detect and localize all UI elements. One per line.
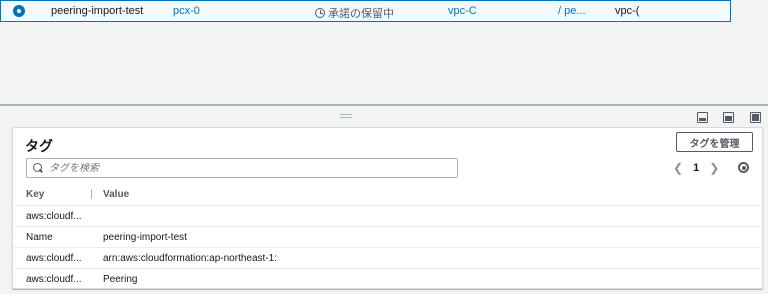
search-input[interactable] — [49, 162, 449, 174]
table-header: Key Value — [13, 184, 762, 206]
accepter-link[interactable]: / pe... — [558, 5, 586, 17]
table-row: aws:cloudf... Peering — [13, 269, 762, 290]
tag-search[interactable] — [26, 158, 458, 178]
peering-table-area: peering-import-test pcx-0 承諾の保留中 vpc-C /… — [0, 0, 768, 104]
split-full-icon[interactable] — [750, 112, 761, 123]
tag-value: peering-import-test — [103, 232, 187, 243]
pagination: ❮ 1 ❯ — [673, 161, 719, 175]
table-row-selected[interactable]: peering-import-test pcx-0 承諾の保留中 vpc-C /… — [0, 0, 731, 22]
chevron-right-icon[interactable]: ❯ — [709, 161, 719, 175]
tags-panel: タグ タグを管理 ❮ 1 ❯ Key Value aws:cloudf... N… — [12, 127, 763, 289]
panel-title: タグ — [25, 138, 53, 154]
tag-key: aws:cloudf... — [26, 274, 82, 285]
split-bottom-icon[interactable] — [697, 112, 708, 123]
chevron-left-icon[interactable]: ❮ — [673, 161, 683, 175]
split-toolbar — [0, 106, 768, 128]
drag-handle-icon[interactable] — [340, 114, 352, 118]
tag-value: Peering — [103, 274, 138, 285]
table-row: Name peering-import-test — [13, 227, 762, 248]
radio-selected-icon[interactable] — [13, 5, 25, 17]
peering-name: peering-import-test — [51, 5, 144, 17]
column-header-key[interactable]: Key — [26, 189, 44, 200]
requester-vpc-link[interactable]: vpc-C — [448, 5, 477, 17]
split-side-icon[interactable] — [723, 112, 734, 123]
tag-key: Name — [26, 232, 53, 243]
status-text: 承諾の保留中 — [328, 8, 394, 20]
tag-key: aws:cloudf... — [26, 211, 82, 222]
page-number[interactable]: 1 — [693, 162, 699, 174]
tag-value: arn:aws:cloudformation:ap-northeast-1: — [103, 253, 277, 264]
search-icon — [33, 163, 43, 173]
accepter-vpc: vpc-( — [615, 5, 640, 17]
tag-key: aws:cloudf... — [26, 253, 82, 264]
manage-tags-button[interactable]: タグを管理 — [676, 132, 753, 152]
peering-id-link[interactable]: pcx-0 — [173, 5, 200, 17]
clock-icon — [315, 8, 325, 18]
table-row: aws:cloudf... arn:aws:cloudformation:ap-… — [13, 248, 762, 269]
gear-icon[interactable] — [738, 162, 749, 173]
column-divider[interactable] — [91, 189, 92, 199]
column-header-value[interactable]: Value — [103, 189, 129, 200]
table-row: aws:cloudf... — [13, 206, 762, 227]
status-cell: 承諾の保留中 — [315, 5, 394, 21]
